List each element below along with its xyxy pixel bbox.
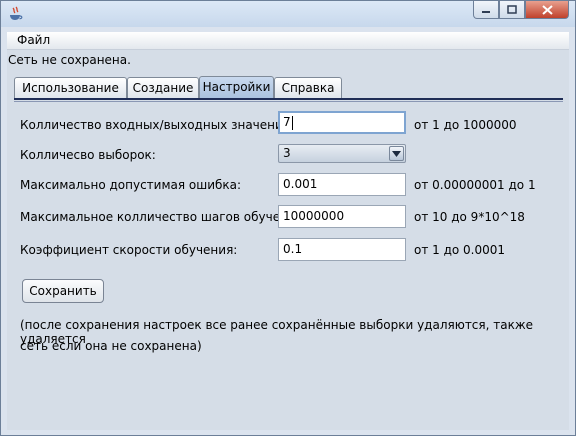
status-text: Сеть не сохранена. <box>8 53 131 67</box>
minimize-icon <box>482 10 490 13</box>
tab-create[interactable]: Создание <box>127 77 199 98</box>
io-count-input[interactable]: 7 <box>278 111 406 134</box>
maximize-icon <box>507 5 517 14</box>
io-count-value: 7 <box>283 115 291 129</box>
menu-bar: Файл <box>7 32 569 50</box>
max-error-label: Максимально допустимая ошибка: <box>20 178 242 192</box>
title-bar[interactable] <box>1 1 575 27</box>
learn-rate-label: Коэффициент скорости обучения: <box>20 243 238 257</box>
samples-value: 3 <box>283 146 291 160</box>
note-line-2: сеть если она не сохранена) <box>20 339 202 353</box>
minimize-button[interactable] <box>473 1 499 19</box>
tab-help[interactable]: Справка <box>274 77 342 98</box>
close-button[interactable] <box>525 1 569 19</box>
tab-settings[interactable]: Настройки <box>199 76 274 99</box>
java-cup-icon <box>10 6 23 20</box>
menu-file[interactable]: Файл <box>17 33 50 47</box>
text-caret <box>291 115 293 130</box>
save-button[interactable]: Сохранить <box>22 279 104 303</box>
max-steps-label: Максимальное колличество шагов обучения: <box>20 210 307 224</box>
chevron-down-icon[interactable] <box>389 146 404 161</box>
maximize-button[interactable] <box>499 1 525 19</box>
tab-usage[interactable]: Использование <box>14 77 127 98</box>
max-error-hint: от 0.00000001 до 1 <box>414 178 536 192</box>
close-icon <box>541 4 553 15</box>
max-steps-hint: от 10 до 9*10^18 <box>414 210 525 224</box>
max-error-input[interactable]: 0.001 <box>278 173 406 196</box>
app-window: Файл Сеть не сохранена. Использование Со… <box>0 0 576 436</box>
tab-underline-shadow <box>14 101 563 102</box>
learn-rate-hint: от 1 до 0.0001 <box>414 243 506 257</box>
io-count-hint: от 1 до 1000000 <box>414 118 517 132</box>
samples-label: Колличесво выборок: <box>20 148 156 162</box>
tab-underline <box>14 98 563 100</box>
max-steps-input[interactable]: 10000000 <box>278 205 406 228</box>
learn-rate-input[interactable]: 0.1 <box>278 238 406 261</box>
io-count-label: Колличество входных/выходных значений: <box>20 118 295 132</box>
samples-select[interactable]: 3 <box>278 144 406 163</box>
